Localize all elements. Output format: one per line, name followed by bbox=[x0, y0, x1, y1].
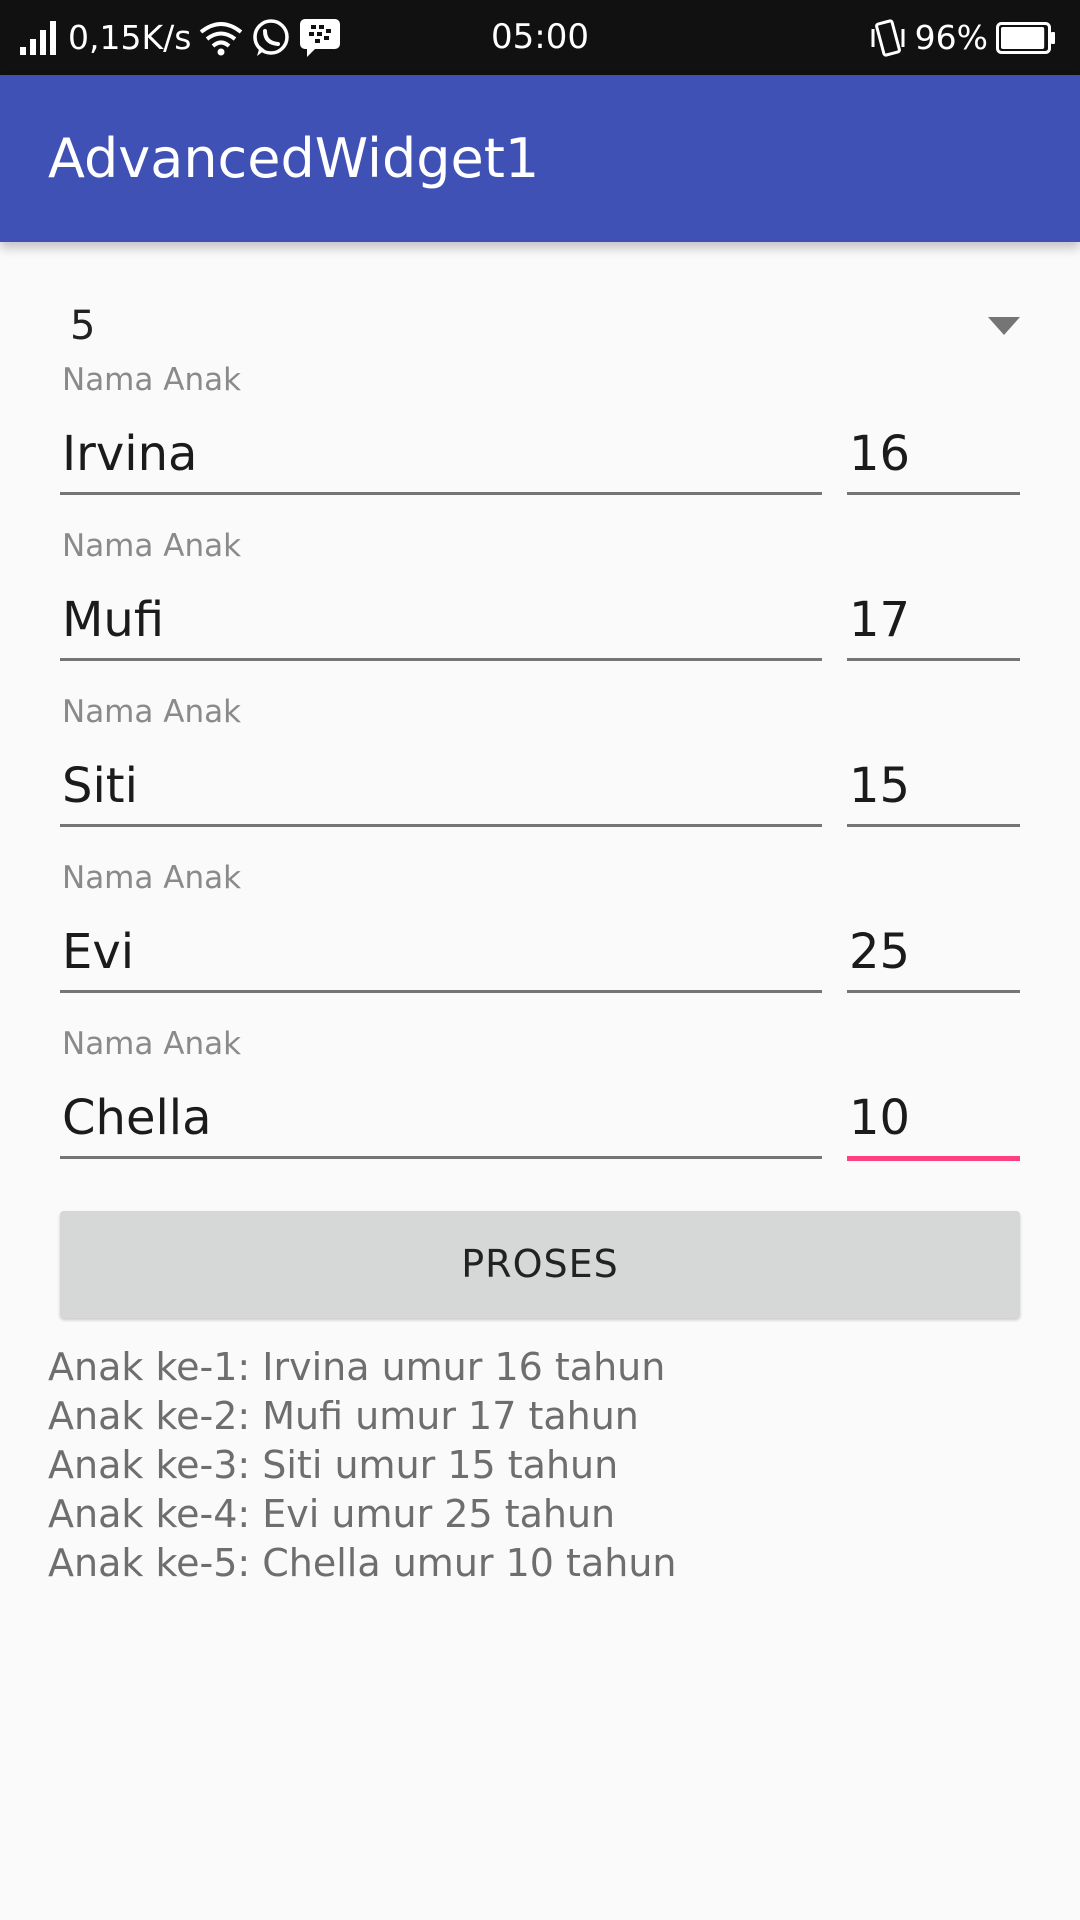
name-input[interactable]: Siti bbox=[60, 744, 822, 827]
age-input[interactable]: 15 bbox=[847, 744, 1020, 827]
name-input-value: Evi bbox=[62, 924, 135, 980]
child-row-5: Nama Anak Chella 10 bbox=[60, 1026, 1020, 1176]
battery-icon bbox=[996, 21, 1056, 54]
name-hint-label: Nama Anak bbox=[62, 362, 242, 398]
name-input-value: Siti bbox=[62, 758, 138, 814]
child-row-1: Nama Anak Irvina 16 bbox=[60, 362, 1020, 512]
result-text: Anak ke-1: Irvina umur 16 tahun Anak ke-… bbox=[48, 1343, 1008, 1588]
app-bar: AdvancedWidget1 bbox=[0, 75, 1080, 242]
app-title: AdvancedWidget1 bbox=[48, 127, 540, 190]
name-hint-label: Nama Anak bbox=[62, 860, 242, 896]
result-line: Anak ke-1: Irvina umur 16 tahun bbox=[48, 1345, 666, 1389]
age-input-value: 10 bbox=[849, 1090, 911, 1146]
result-line: Anak ke-2: Mufi umur 17 tahun bbox=[48, 1394, 639, 1438]
name-input-value: Mufi bbox=[62, 592, 165, 648]
child-row-3: Nama Anak Siti 15 bbox=[60, 694, 1020, 844]
age-input-value: 16 bbox=[849, 426, 911, 482]
vibrate-icon bbox=[869, 18, 907, 57]
name-input[interactable]: Chella bbox=[60, 1076, 822, 1159]
spinner-selected-value: 5 bbox=[70, 303, 96, 349]
age-input-value: 25 bbox=[849, 924, 911, 980]
name-input[interactable]: Evi bbox=[60, 910, 822, 993]
status-bar: 0,15K/s 05:00 96% bbox=[0, 0, 1080, 75]
name-hint-label: Nama Anak bbox=[62, 694, 242, 730]
result-line: Anak ke-5: Chella umur 10 tahun bbox=[48, 1541, 677, 1585]
age-input[interactable]: 25 bbox=[847, 910, 1020, 993]
name-input-value: Irvina bbox=[62, 426, 198, 482]
battery-percent: 96% bbox=[914, 18, 988, 57]
name-input-value: Chella bbox=[62, 1090, 212, 1146]
age-input[interactable]: 16 bbox=[847, 412, 1020, 495]
status-bar-right: 96% bbox=[869, 0, 1056, 75]
name-hint-label: Nama Anak bbox=[62, 528, 242, 564]
child-row-2: Nama Anak Mufi 17 bbox=[60, 528, 1020, 678]
name-input[interactable]: Mufi bbox=[60, 578, 822, 661]
proses-button[interactable]: PROSES bbox=[60, 1211, 1020, 1318]
result-line: Anak ke-3: Siti umur 15 tahun bbox=[48, 1443, 619, 1487]
name-input[interactable]: Irvina bbox=[60, 412, 822, 495]
age-input-value: 15 bbox=[849, 758, 911, 814]
dropdown-arrow-icon bbox=[988, 317, 1020, 339]
age-input-focused[interactable]: 10 bbox=[847, 1076, 1020, 1161]
age-input[interactable]: 17 bbox=[847, 578, 1020, 661]
child-row-4: Nama Anak Evi 25 bbox=[60, 860, 1020, 1010]
age-input-value: 17 bbox=[849, 592, 911, 648]
name-hint-label: Nama Anak bbox=[62, 1026, 242, 1062]
count-spinner[interactable]: 5 bbox=[60, 295, 1020, 365]
result-line: Anak ke-4: Evi umur 25 tahun bbox=[48, 1492, 616, 1536]
